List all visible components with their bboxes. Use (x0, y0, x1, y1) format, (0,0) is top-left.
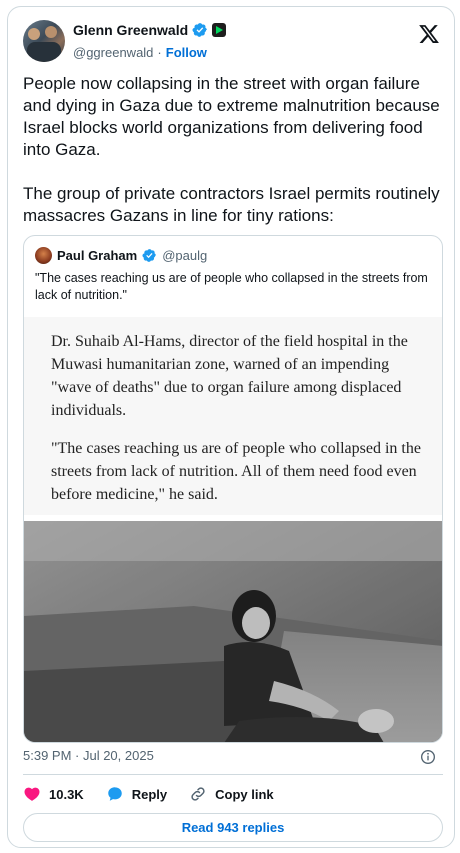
tweet-timestamp[interactable]: 5:39 PM · Jul 20, 2025 (23, 748, 154, 763)
reply-label: Reply (131, 786, 168, 802)
quote-author-avatar (35, 247, 52, 264)
affiliate-badge-icon (212, 23, 227, 37)
tweet-text: People now collapsing in the street with… (23, 74, 440, 225)
quote-header: Paul Graham @paulg (35, 247, 207, 264)
copy-link-button[interactable]: Copy link (189, 785, 274, 803)
author-name-row: Glenn Greenwald (73, 22, 227, 38)
action-bar: 10.3K Reply Copy link (23, 780, 296, 808)
author-handle-row: @ggreenwald · Follow (73, 45, 207, 60)
like-count: 10.3K (49, 786, 84, 802)
tweet-card: Glenn Greenwald @ggreenwald · Follow Peo… (7, 6, 455, 848)
info-icon[interactable] (420, 749, 436, 765)
reply-bubble-icon (107, 787, 122, 801)
heart-icon (24, 787, 40, 801)
quote-author-handle: @paulg (162, 248, 208, 263)
quoted-tweet[interactable]: Paul Graham @paulg "The cases reaching u… (23, 235, 443, 743)
quote-text: "The cases reaching us are of people who… (35, 271, 428, 302)
author-avatar[interactable] (23, 20, 65, 62)
copy-link-label: Copy link (215, 786, 274, 802)
read-replies-button[interactable]: Read 943 replies (23, 813, 443, 842)
separator-dot: · (157, 45, 162, 60)
historical-photo (24, 521, 442, 742)
verified-badge-icon (192, 23, 207, 37)
author-handle[interactable]: @ggreenwald (73, 45, 153, 60)
follow-button[interactable]: Follow (166, 45, 207, 60)
reply-button[interactable]: Reply (106, 785, 167, 803)
link-icon (191, 787, 205, 801)
quote-author-name: Paul Graham (57, 248, 138, 263)
article-screenshot: Dr. Suhaib Al-Hams, director of the fiel… (24, 317, 442, 515)
like-button[interactable]: 10.3K (23, 785, 84, 803)
verified-badge-icon (142, 249, 157, 262)
divider (23, 774, 443, 775)
article-paragraph: Dr. Suhaib Al-Hams, director of the fiel… (51, 333, 408, 419)
article-paragraph: "The cases reaching us are of people who… (51, 440, 421, 503)
author-name[interactable]: Glenn Greenwald (73, 22, 188, 38)
x-logo-icon[interactable] (418, 23, 440, 45)
